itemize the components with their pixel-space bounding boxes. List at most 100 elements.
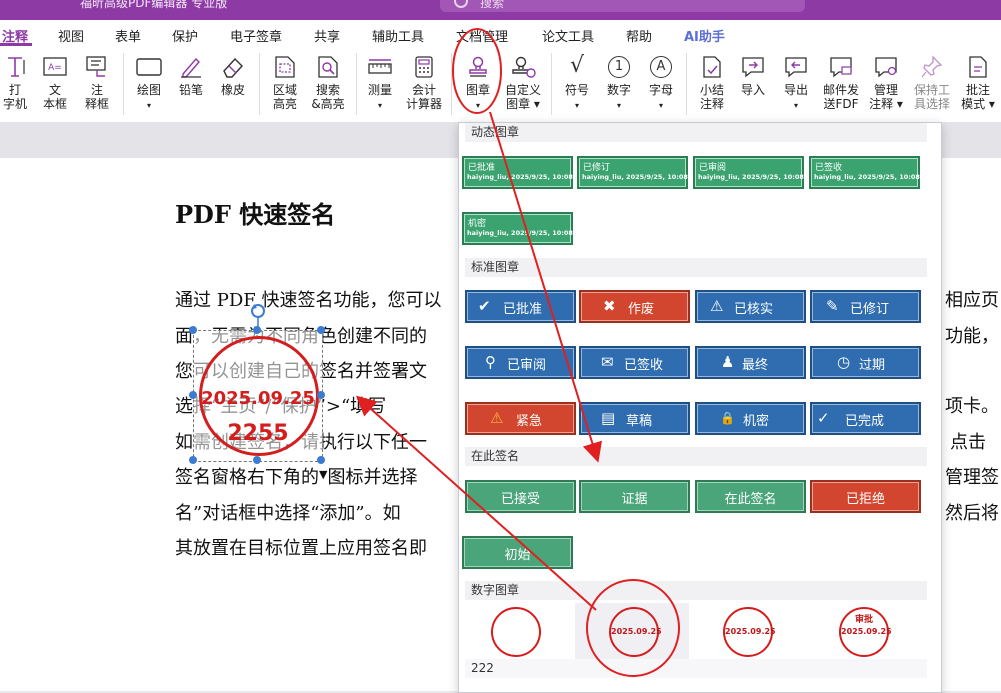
tab-form[interactable]: 表单 bbox=[115, 26, 141, 45]
comment-mode-label-2: 模式 ▾ bbox=[961, 97, 995, 111]
tab-e-seal[interactable]: 电子签章 bbox=[230, 26, 282, 45]
stamp-accepted[interactable]: 已接受 bbox=[465, 480, 576, 513]
doc-line-1: 通过 PDF 快速签名功能，您可以 bbox=[175, 290, 442, 311]
symbol-label-2: ▾ bbox=[574, 101, 579, 110]
stamp-reviewed[interactable]: ⚲ 已审阅 bbox=[465, 346, 576, 379]
email-label-2: 送FDF bbox=[823, 97, 859, 111]
custom-stamp-label-2: 图章 ▾ bbox=[506, 97, 540, 111]
tab-document[interactable]: 文档管理 bbox=[456, 26, 508, 45]
digital-stamp-date-text: 2025.09.25 bbox=[725, 627, 776, 636]
title-bar: 福昕高级PDF编辑器 专业版 搜索 bbox=[0, 0, 1001, 20]
stamp-label: 已审阅 bbox=[507, 358, 547, 373]
svg-text:A=: A= bbox=[48, 63, 62, 73]
search-highlight-label-2: &高亮 bbox=[311, 97, 345, 111]
stamp-verified[interactable]: ⚠ 已核实 bbox=[695, 290, 806, 323]
resize-handle-bottom[interactable] bbox=[253, 456, 261, 464]
tab-tools[interactable]: 辅助工具 bbox=[372, 26, 424, 45]
doc-line-6: 签名窗格右下角的▼图标并选择 bbox=[175, 467, 418, 488]
resize-handle-top-left[interactable] bbox=[189, 326, 197, 334]
calculator-tool[interactable]: 会计 计算器 bbox=[401, 47, 447, 121]
dynamic-stamp-revised[interactable]: 已修订 haiying_liu, 2025/9/25, 10:08:56 bbox=[577, 156, 700, 189]
search-box[interactable]: 搜索 bbox=[440, 0, 805, 12]
stamp-void[interactable]: ✖ 作废 bbox=[579, 290, 690, 323]
symbol-label-1: 符号 bbox=[564, 83, 589, 97]
tab-protect[interactable]: 保护 bbox=[172, 26, 198, 45]
active-tab-indicator bbox=[0, 43, 32, 46]
lock-icon: 🔒 bbox=[720, 411, 735, 425]
stamp-label: 已签收 bbox=[624, 358, 664, 373]
callout-tool[interactable]: 注释框 bbox=[74, 47, 120, 121]
stamp-revised[interactable]: ✎ 已修订 bbox=[810, 290, 921, 323]
stamp-label: 已核实 bbox=[734, 302, 774, 317]
custom-stamp-tool[interactable]: 自定义 图章 ▾ bbox=[500, 47, 546, 121]
section-digital-stamps: 数字图章 bbox=[465, 581, 927, 600]
section-dynamic-stamps: 动态图章 bbox=[465, 123, 927, 142]
dynamic-stamp-sub: haiying_liu, 2025/9/25, 10:08:56 bbox=[698, 173, 816, 181]
dynamic-stamp-sub: haiying_liu, 2025/9/25, 10:08:56 bbox=[582, 173, 700, 181]
digital-stamp-approval[interactable]: 审批 2025.09.25 bbox=[839, 607, 892, 657]
typewriter-label-1: 打 bbox=[8, 83, 21, 97]
digital-stamp-date-2[interactable]: 2025.09.25 bbox=[723, 607, 776, 657]
tab-paper-tools[interactable]: 论文工具 bbox=[542, 26, 594, 45]
stamp-draft[interactable]: ▤ 草稿 bbox=[579, 402, 690, 435]
eraser-label: 橡皮 bbox=[220, 83, 245, 97]
typewriter-label-2: 字机 bbox=[2, 97, 27, 111]
dynamic-stamp-approved[interactable]: 已批准 haiying_liu, 2025/9/25, 10:08:56 bbox=[462, 156, 585, 189]
resize-handle-top-right[interactable] bbox=[317, 326, 325, 334]
document-icon: ▤ bbox=[601, 409, 616, 427]
digital-stamp-date[interactable]: 2025.09.25 bbox=[609, 607, 662, 657]
stamp-sign-here[interactable]: 在此签名 bbox=[695, 480, 806, 513]
dynamic-stamp-title: 已签收 bbox=[815, 163, 843, 173]
resize-handle-bottom-right[interactable] bbox=[317, 456, 325, 464]
shape-icon bbox=[136, 58, 162, 76]
measure-label-2: ▾ bbox=[377, 101, 382, 110]
resize-handle-bottom-left[interactable] bbox=[189, 456, 197, 464]
stamp-label: 作废 bbox=[628, 302, 655, 317]
export-label-1: 导出 bbox=[783, 83, 808, 97]
resize-handle-right[interactable] bbox=[317, 391, 325, 399]
doc-right-fragment-4: 项卡。 bbox=[945, 396, 999, 417]
stamp-rejected[interactable]: 已拒绝 bbox=[810, 480, 921, 513]
tab-share[interactable]: 共享 bbox=[314, 26, 340, 45]
stamp-received[interactable]: ✉ 已签收 bbox=[579, 346, 690, 379]
stamp-urgent[interactable]: ⚠ 紧急 bbox=[465, 402, 576, 435]
stamp-evidence[interactable]: 证据 bbox=[579, 480, 690, 513]
stamp-completed[interactable]: ✓ 已完成 bbox=[810, 402, 921, 435]
email-icon bbox=[830, 57, 852, 78]
stamp-label: 过期 bbox=[859, 358, 886, 373]
callout-label-2: 释框 bbox=[84, 97, 109, 111]
menu-bar: 注释 视图 表单 保护 电子签章 共享 辅助工具 文档管理 论文工具 帮助 AI… bbox=[0, 20, 1001, 47]
search-placeholder: 搜索 bbox=[480, 0, 505, 10]
summary-label-1: 小结 bbox=[699, 83, 724, 97]
stamp-initial[interactable]: 初始 bbox=[462, 536, 573, 569]
search-highlight-tool[interactable]: 搜索 &高亮 bbox=[305, 47, 351, 121]
resize-handle-left[interactable] bbox=[189, 391, 197, 399]
tab-view[interactable]: 视图 bbox=[58, 26, 84, 45]
number-label-2: ▾ bbox=[616, 101, 621, 110]
page-title: PDF 快速签名 bbox=[175, 200, 336, 229]
tab-ai-assistant[interactable]: AI助手 bbox=[684, 26, 725, 45]
dynamic-stamp-sub: haiying_liu, 2025/9/25, 10:08:56 bbox=[814, 173, 932, 181]
custom-stamp-icon bbox=[512, 56, 536, 78]
comment-mode-tool[interactable]: 批注 模式 ▾ bbox=[955, 47, 1001, 121]
manage-label-1: 管理 bbox=[873, 83, 898, 97]
letter-tool[interactable]: A 字母 ▾ bbox=[638, 47, 684, 121]
stamp-label: 已完成 bbox=[845, 414, 885, 429]
stamp-approved[interactable]: ✔ 已批准 bbox=[465, 290, 576, 323]
eraser-tool[interactable]: 橡皮 bbox=[210, 47, 256, 121]
stamp-final[interactable]: ♟ 最终 bbox=[695, 346, 806, 379]
dynamic-stamp-title: 已修订 bbox=[583, 163, 611, 173]
digital-stamp-blank[interactable] bbox=[491, 607, 541, 657]
doc-right-fragment-7: 然后将 bbox=[945, 503, 999, 524]
digital-stamp-date-text: 2025.09.25 bbox=[611, 627, 662, 636]
stamp-confidential[interactable]: 🔒 机密 bbox=[695, 402, 806, 435]
rotate-handle-icon[interactable] bbox=[248, 300, 268, 330]
number-icon: 1 bbox=[608, 56, 630, 78]
dynamic-stamp-received[interactable]: 已签收 haiying_liu, 2025/9/25, 10:08:56 bbox=[809, 156, 932, 189]
stamp-expired[interactable]: ◷ 过期 bbox=[810, 346, 921, 379]
dynamic-stamp-confidential[interactable]: 机密 haiying_liu, 2025/9/25, 10:08:56 bbox=[462, 212, 585, 245]
dynamic-stamp-reviewed[interactable]: 已审阅 haiying_liu, 2025/9/25, 10:08:56 bbox=[693, 156, 816, 189]
tab-help[interactable]: 帮助 bbox=[626, 26, 652, 45]
area-highlight-label-1: 区域 bbox=[272, 83, 297, 97]
placed-stamp[interactable]: 2025.09.25 2255 bbox=[193, 330, 323, 462]
